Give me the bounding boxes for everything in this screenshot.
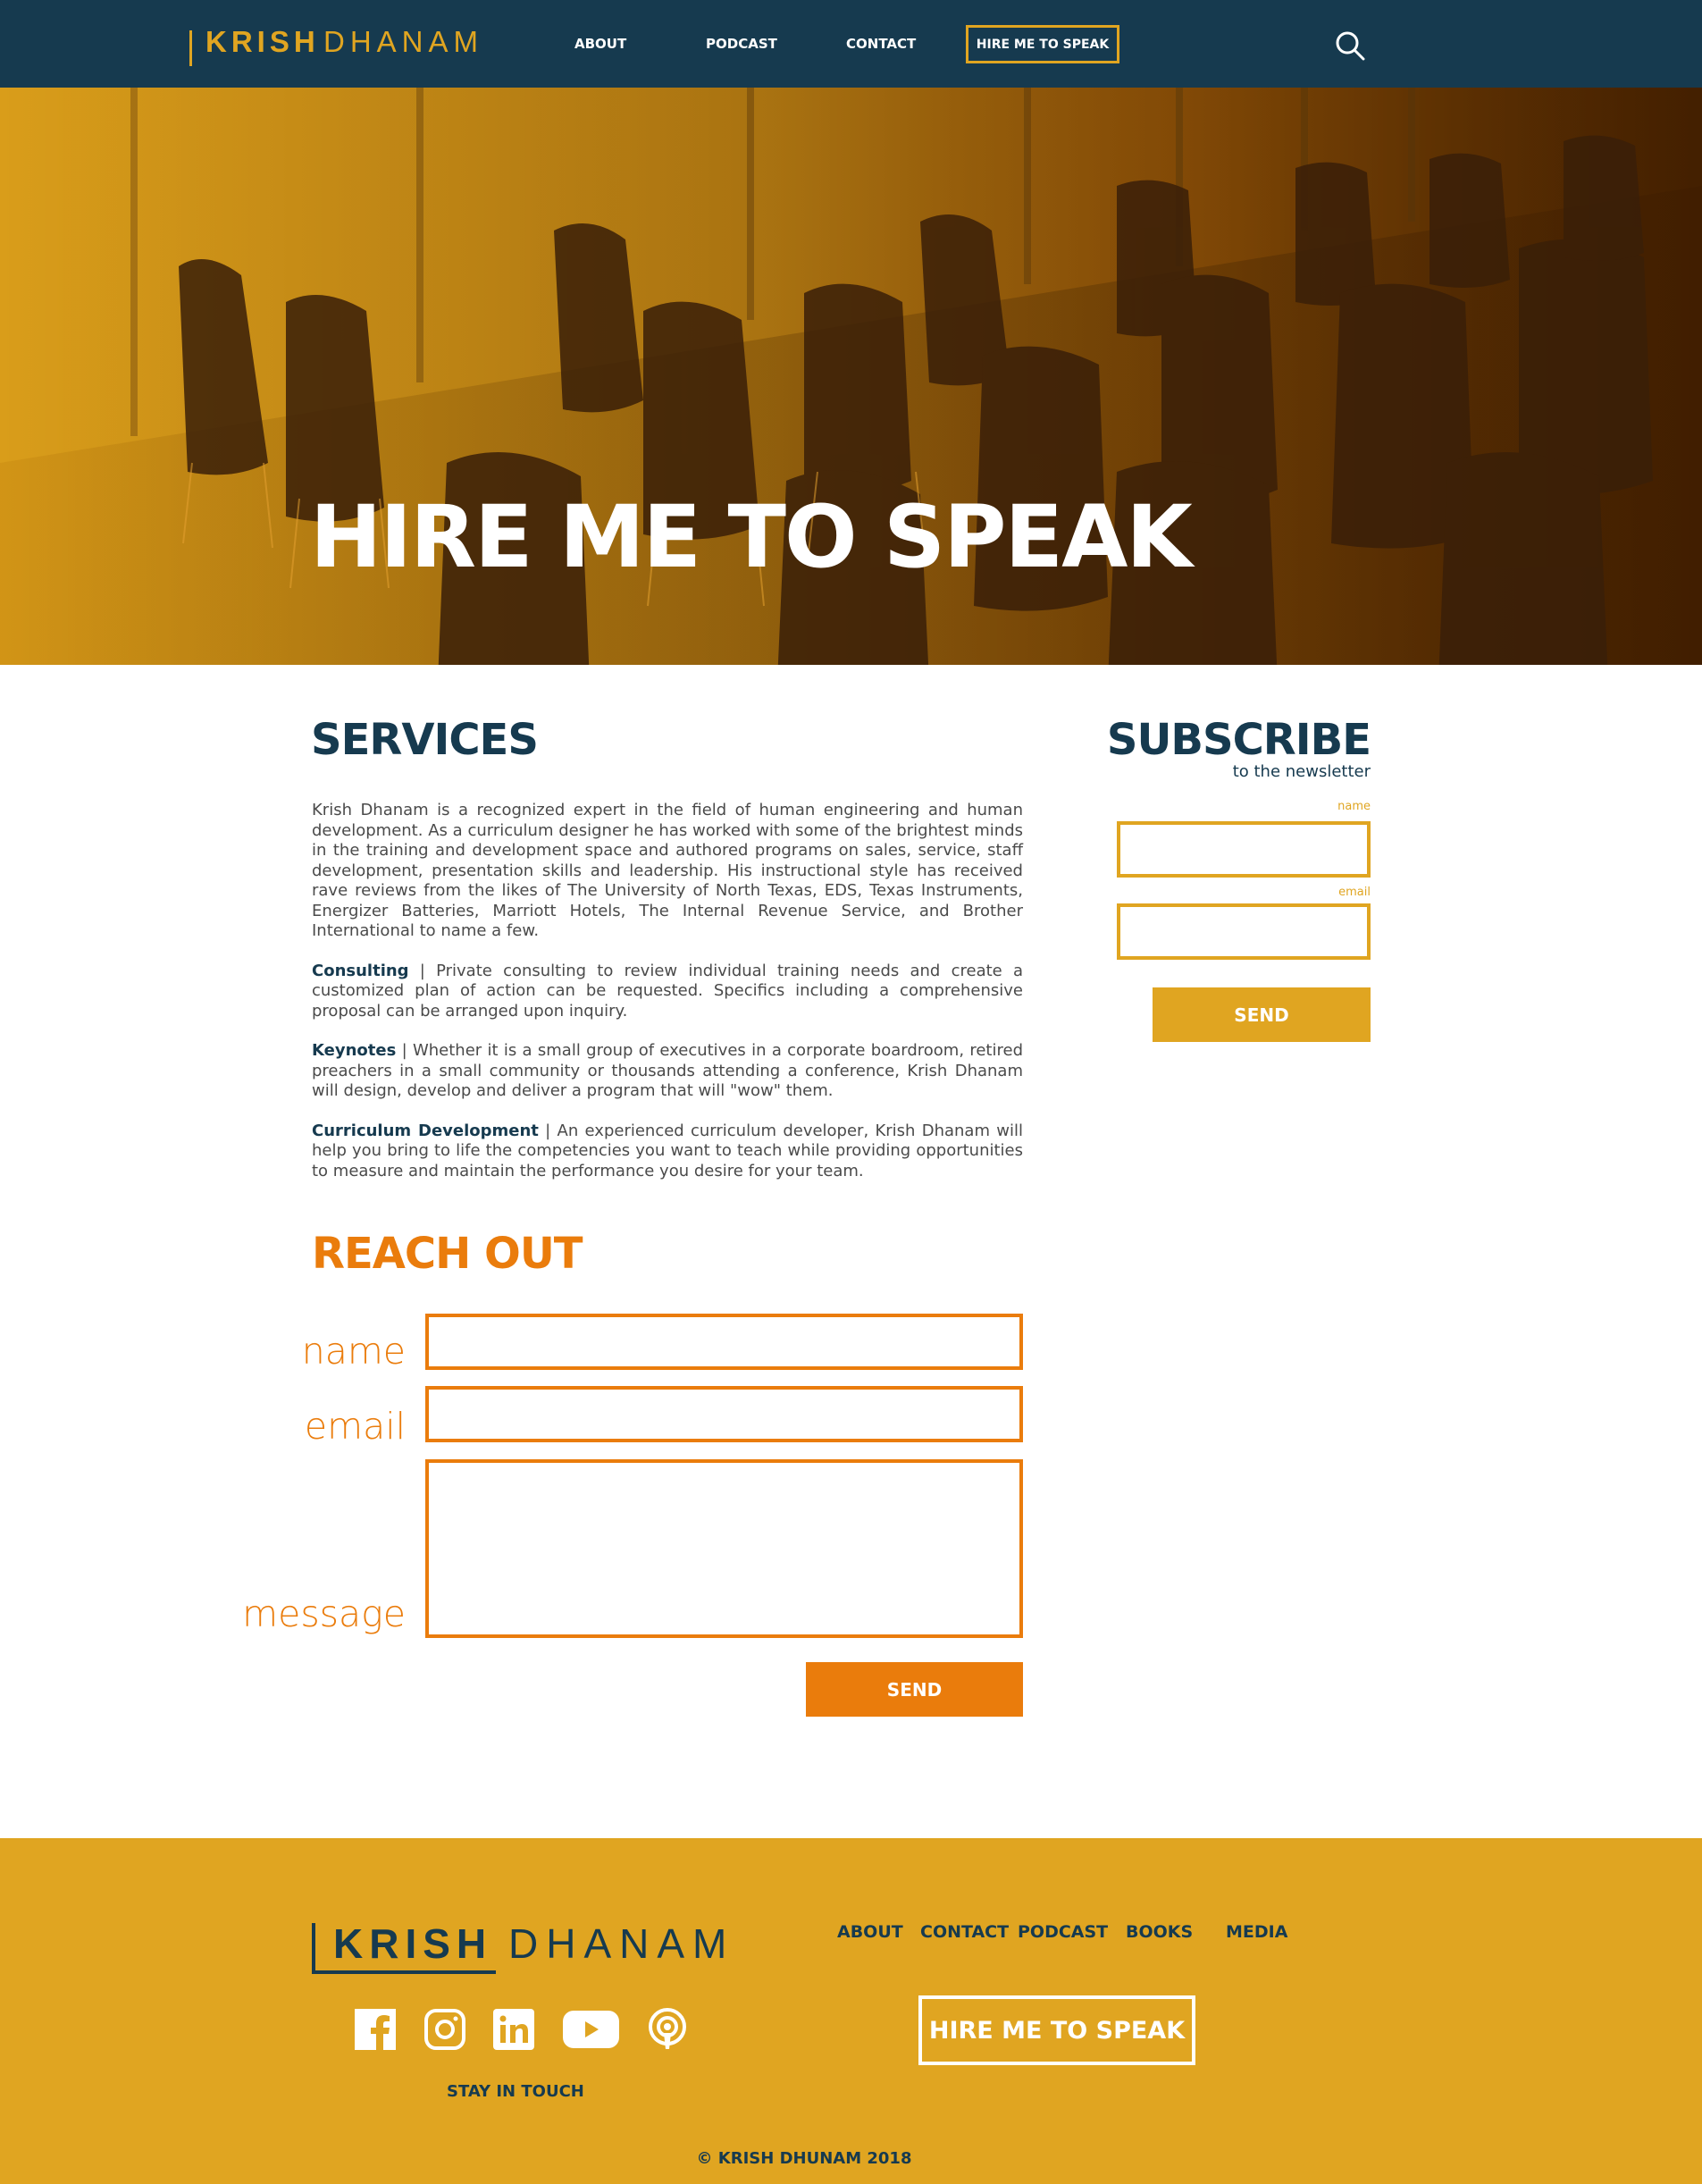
logo-last-name: DHANAM (323, 25, 484, 58)
site-logo[interactable]: KRISH DHANAM (189, 25, 484, 90)
service-curriculum: Curriculum Development | An experienced … (312, 1121, 1023, 1182)
reach-name-field[interactable] (425, 1314, 1023, 1370)
service-desc: | Whether it is a small group of executi… (312, 1041, 1023, 1100)
reach-email-field[interactable] (425, 1386, 1023, 1442)
services-title: SERVICES (311, 715, 539, 765)
nav-about[interactable]: ABOUT (574, 36, 626, 52)
site-header: KRISH DHANAM ABOUT PODCAST CONTACT HIRE … (0, 0, 1702, 90)
services-intro: Krish Dhanam is a recognized expert in t… (312, 801, 1023, 940)
service-name: Curriculum Development (312, 1121, 539, 1140)
services-body: Krish Dhanam is a recognized expert in t… (312, 801, 1023, 1201)
hero-title: HIRE ME TO SPEAK (310, 487, 1193, 587)
subscribe-email-field[interactable] (1117, 903, 1371, 960)
reach-out-title: REACH OUT (312, 1229, 583, 1279)
site-footer (0, 1838, 1702, 2184)
logo-bracket (189, 30, 192, 66)
nav-contact[interactable]: CONTACT (846, 36, 916, 52)
logo-bracket (312, 1923, 315, 1973)
footer-nav-media[interactable]: MEDIA (1226, 1922, 1287, 1942)
service-consulting: Consulting | Private consulting to revie… (312, 962, 1023, 1022)
facebook-icon[interactable] (355, 2008, 396, 2051)
footer-logo[interactable]: KRISH DHANAM (312, 1919, 741, 1975)
linkedin-icon[interactable] (493, 2008, 534, 2051)
footer-nav-books[interactable]: BOOKS (1126, 1922, 1193, 1942)
reach-send-button[interactable]: SEND (806, 1662, 1023, 1717)
hire-me-button[interactable]: HIRE ME TO SPEAK (966, 25, 1119, 63)
subscribe-title: SUBSCRIBE (1106, 715, 1371, 765)
service-name: Keynotes (312, 1041, 397, 1060)
subscribe-send-button[interactable]: SEND (1153, 987, 1371, 1042)
service-keynotes: Keynotes | Whether it is a small group o… (312, 1041, 1023, 1102)
subscribe-name-label: name (1337, 800, 1371, 813)
subscribe-name-field[interactable] (1117, 821, 1371, 878)
hero-banner: HIRE ME TO SPEAK (0, 88, 1702, 665)
reach-message-label: message (242, 1592, 406, 1635)
reach-email-label: email (304, 1405, 406, 1448)
footer-nav-about[interactable]: ABOUT (837, 1922, 903, 1942)
service-desc: | Private consulting to review individua… (312, 961, 1023, 1021)
service-name: Consulting (312, 961, 409, 980)
instagram-icon[interactable] (424, 2008, 465, 2051)
subscribe-email-label: email (1338, 886, 1371, 899)
reach-name-label: name (301, 1330, 406, 1373)
logo-underline (312, 1970, 496, 1974)
subscribe-subtitle: to the newsletter (1232, 762, 1371, 781)
footer-nav-podcast[interactable]: PODCAST (1018, 1922, 1108, 1942)
podcast-icon[interactable] (646, 2008, 689, 2051)
stay-in-touch: STAY IN TOUCH (447, 2082, 584, 2101)
youtube-icon[interactable] (563, 2008, 619, 2051)
logo-last-name: DHANAM (508, 1920, 735, 1967)
nav-podcast[interactable]: PODCAST (706, 36, 777, 52)
footer-nav-contact[interactable]: CONTACT (920, 1922, 1009, 1942)
logo-first-name: KRISH (333, 1920, 493, 1967)
logo-first-name: KRISH (205, 25, 320, 58)
reach-message-field[interactable] (425, 1459, 1023, 1638)
search-icon[interactable] (1335, 30, 1365, 61)
copyright: © KRISH DHUNAM 2018 (696, 2149, 912, 2168)
footer-hire-me-button[interactable]: HIRE ME TO SPEAK (918, 1995, 1195, 2065)
